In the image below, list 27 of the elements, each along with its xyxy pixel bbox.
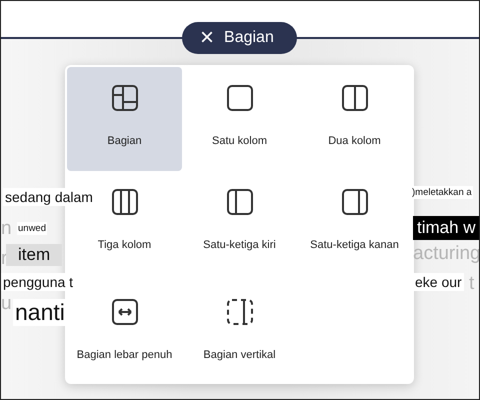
layout-option[interactable]: Satu kolom	[182, 67, 297, 171]
background-text: item	[6, 244, 62, 266]
background-text: u	[1, 293, 12, 315]
layout-option[interactable]: Bagian	[67, 67, 182, 171]
layout-option[interactable]: Dua kolom	[297, 67, 412, 171]
background-text: acturing	[413, 243, 479, 265]
background-text: pengguna t	[1, 273, 76, 291]
background-text: eke our	[413, 273, 464, 291]
background-text: nanti	[13, 299, 67, 326]
background-text: )meletakkan a	[411, 186, 473, 199]
background-text: n	[1, 218, 12, 240]
two-column-icon	[340, 83, 370, 113]
right-third-column-icon	[340, 187, 370, 217]
three-column-icon	[110, 187, 140, 217]
single-column-icon	[224, 83, 254, 113]
background-text: sedang dalam	[3, 188, 95, 206]
background-text: t	[469, 273, 474, 295]
layout-option[interactable]: Satu-ketiga kanan	[297, 171, 412, 281]
left-third-column-icon	[224, 187, 254, 217]
layout-option[interactable]: Bagian vertikal	[182, 281, 297, 384]
section-layout-icon	[110, 83, 140, 113]
background-text: timah w	[413, 216, 479, 240]
dashed-panel-icon	[224, 297, 254, 327]
full-width-icon	[110, 297, 140, 327]
layout-option[interactable]: Satu-ketiga kiri	[182, 171, 297, 281]
section-close-button[interactable]: × Bagian	[182, 22, 297, 54]
background-text: unwed	[17, 222, 47, 235]
